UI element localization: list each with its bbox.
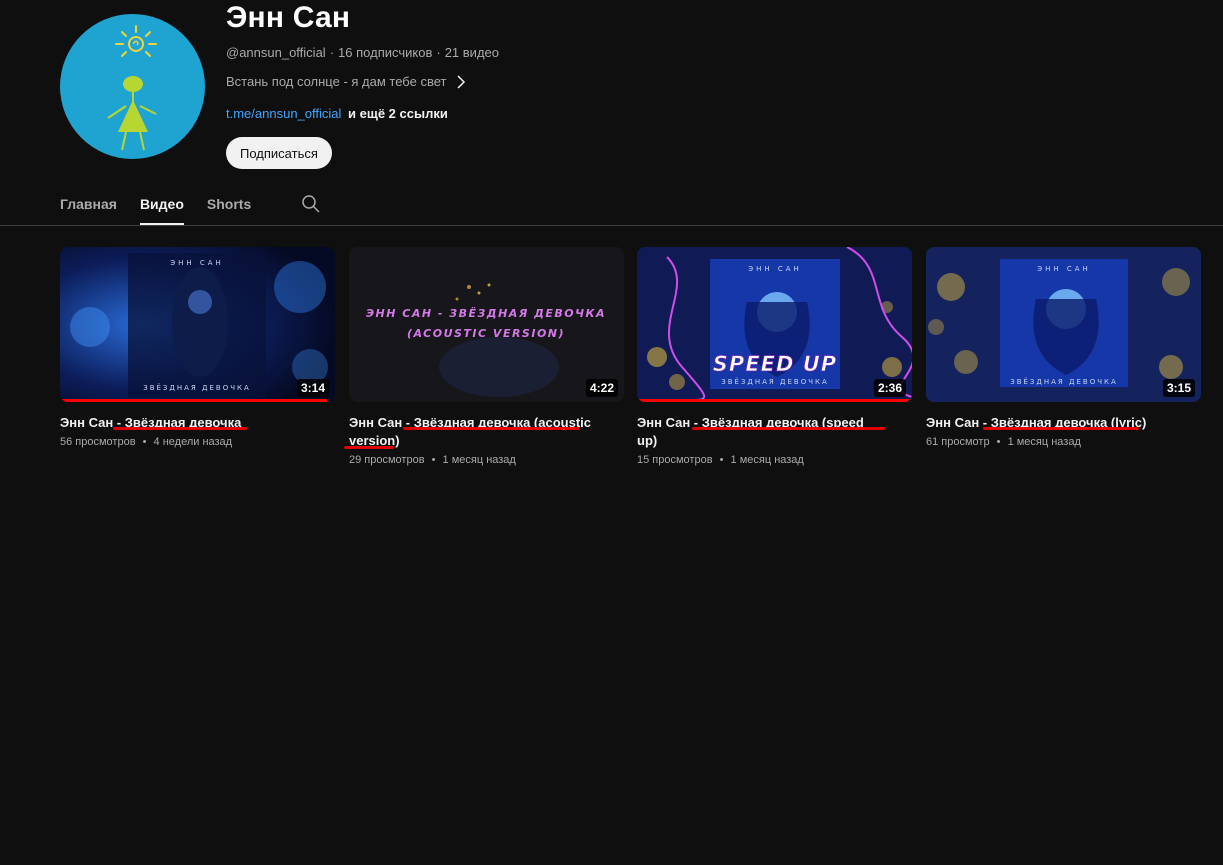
video-views: 61 просмотр <box>926 436 990 448</box>
video-card: ЭНН САН ЗВЁЗДНАЯ ДЕВОЧКА 3:15 Энн Сан - … <box>926 247 1201 449</box>
video-thumbnail[interactable]: ЭНН САН ЗВЁЗДНАЯ ДЕВОЧКА SPEED UP 2:36 <box>637 247 912 402</box>
video-duration: 3:15 <box>1162 379 1195 397</box>
thumbnail-top-text: ЭНН САН <box>748 265 802 273</box>
channel-handle: @annsun_official <box>226 45 326 60</box>
video-meta: 56 просмотров • 4 недели назад <box>60 435 335 449</box>
tab-videos[interactable]: Видео <box>139 188 184 225</box>
thumbnail-image: ЭНН САН ЗВЁЗДНАЯ ДЕВОЧКА <box>60 247 335 402</box>
video-card: ЭНН САН ЗВЁЗДНАЯ ДЕВОЧКА SPEED UP 2:36 Э… <box>637 247 912 467</box>
thumbnail-image: ЭНН САН ЗВЁЗДНАЯ ДЕВОЧКА SPEED UP <box>637 247 912 402</box>
channel-search-button[interactable] <box>301 188 321 219</box>
video-title[interactable]: Энн Сан - Звёздная девочка (acoustic ver… <box>349 414 599 450</box>
subscribe-button[interactable]: Подписаться <box>226 137 332 169</box>
meta-dot: • <box>719 454 724 466</box>
more-links-button[interactable]: и ещё 2 ссылки <box>348 106 448 121</box>
tab-home[interactable]: Главная <box>60 188 117 225</box>
video-duration: 2:36 <box>873 379 906 397</box>
thumbnail-bottom-text: ЗВЁЗДНАЯ ДЕВОЧКА <box>143 383 251 392</box>
annotation-underline <box>344 446 394 449</box>
video-thumbnail[interactable]: ЭНН САН ЗВЁЗДНАЯ ДЕВОЧКА 3:15 <box>926 247 1201 402</box>
video-meta: 61 просмотр • 1 месяц назад <box>926 435 1201 449</box>
meta-separator: · <box>329 45 335 60</box>
meta-separator: · <box>436 45 441 60</box>
annotation-underline <box>113 427 247 430</box>
video-age: 1 месяц назад <box>1007 436 1081 448</box>
watch-progress-bar <box>637 399 910 402</box>
thumbnail-top-text: ЭНН САН <box>1037 265 1091 273</box>
annotation-underline <box>403 427 580 430</box>
channel-meta: @annsun_official · 16 подписчиков · 21 в… <box>226 45 499 61</box>
channel-avatar[interactable] <box>60 14 205 159</box>
tabs-divider <box>0 225 1223 226</box>
video-thumbnail[interactable]: ЭНН САН - ЗВЁЗДНАЯ ДЕВОЧКА (ACOUSTIC VER… <box>349 247 624 402</box>
video-views: 15 просмотров <box>637 454 713 466</box>
thumbnail-bottom-text: ЗВЁЗДНАЯ ДЕВОЧКА <box>721 377 829 386</box>
video-age: 1 месяц назад <box>730 454 804 466</box>
thumbnail-image: ЭНН САН - ЗВЁЗДНАЯ ДЕВОЧКА (ACOUSTIC VER… <box>349 247 624 402</box>
subscriber-count: 16 подписчиков <box>338 45 433 60</box>
channel-tabs: Главная Видео Shorts <box>60 188 321 225</box>
thumbnail-bottom-text: ЗВЁЗДНАЯ ДЕВОЧКА <box>1010 377 1118 386</box>
video-meta: 15 просмотров • 1 месяц назад <box>637 453 912 467</box>
video-thumbnail[interactable]: ЭНН САН ЗВЁЗДНАЯ ДЕВОЧКА 3:14 <box>60 247 335 402</box>
thumbnail-bottom-text: (ACOUSTIC VERSION) <box>407 327 565 340</box>
telegram-link[interactable]: t.me/annsun_official <box>226 106 341 121</box>
video-count: 21 видео <box>444 45 499 60</box>
video-age: 1 месяц назад <box>442 454 516 466</box>
channel-title: Энн Сан <box>226 1 351 34</box>
video-card: ЭНН САН - ЗВЁЗДНАЯ ДЕВОЧКА (ACOUSTIC VER… <box>349 247 624 467</box>
video-meta: 29 просмотров • 1 месяц назад <box>349 453 624 467</box>
video-views: 56 просмотров <box>60 436 136 448</box>
meta-dot: • <box>996 436 1001 448</box>
channel-info: Энн Сан @annsun_official · 16 подписчико… <box>226 0 499 169</box>
description-text: Встань под солнце - я дам тебе свет <box>226 74 447 89</box>
video-views: 29 просмотров <box>349 454 425 466</box>
video-age: 4 недели назад <box>153 436 233 448</box>
video-duration: 3:14 <box>296 379 329 397</box>
thumbnail-image: ЭНН САН ЗВЁЗДНАЯ ДЕВОЧКА <box>926 247 1201 402</box>
annotation-underline <box>983 427 1139 430</box>
meta-dot: • <box>142 436 147 448</box>
watch-progress-bar <box>60 399 327 402</box>
avatar-sun-figure-icon <box>107 25 157 151</box>
channel-links: t.me/annsun_official и ещё 2 ссылки <box>226 106 499 122</box>
thumbnail-overlay-text: SPEED UP <box>713 352 837 376</box>
search-icon <box>302 195 320 213</box>
channel-description[interactable]: Встань под солнце - я дам тебе свет <box>226 74 499 90</box>
thumbnail-top-text: ЭНН САН <box>170 259 224 267</box>
thumbnail-top-text: ЭНН САН - ЗВЁЗДНАЯ ДЕВОЧКА <box>366 306 606 320</box>
channel-page: Энн Сан @annsun_official · 16 подписчико… <box>0 0 1223 865</box>
video-title[interactable]: Энн Сан - Звёздная девочка (speed up) <box>637 414 887 450</box>
annotation-underline <box>692 427 885 430</box>
tab-shorts[interactable]: Shorts <box>207 188 251 225</box>
video-duration: 4:22 <box>585 379 618 397</box>
meta-dot: • <box>431 454 436 466</box>
video-card: ЭНН САН ЗВЁЗДНАЯ ДЕВОЧКА 3:14 Энн Сан - … <box>60 247 335 449</box>
chevron-right-icon <box>457 75 466 89</box>
